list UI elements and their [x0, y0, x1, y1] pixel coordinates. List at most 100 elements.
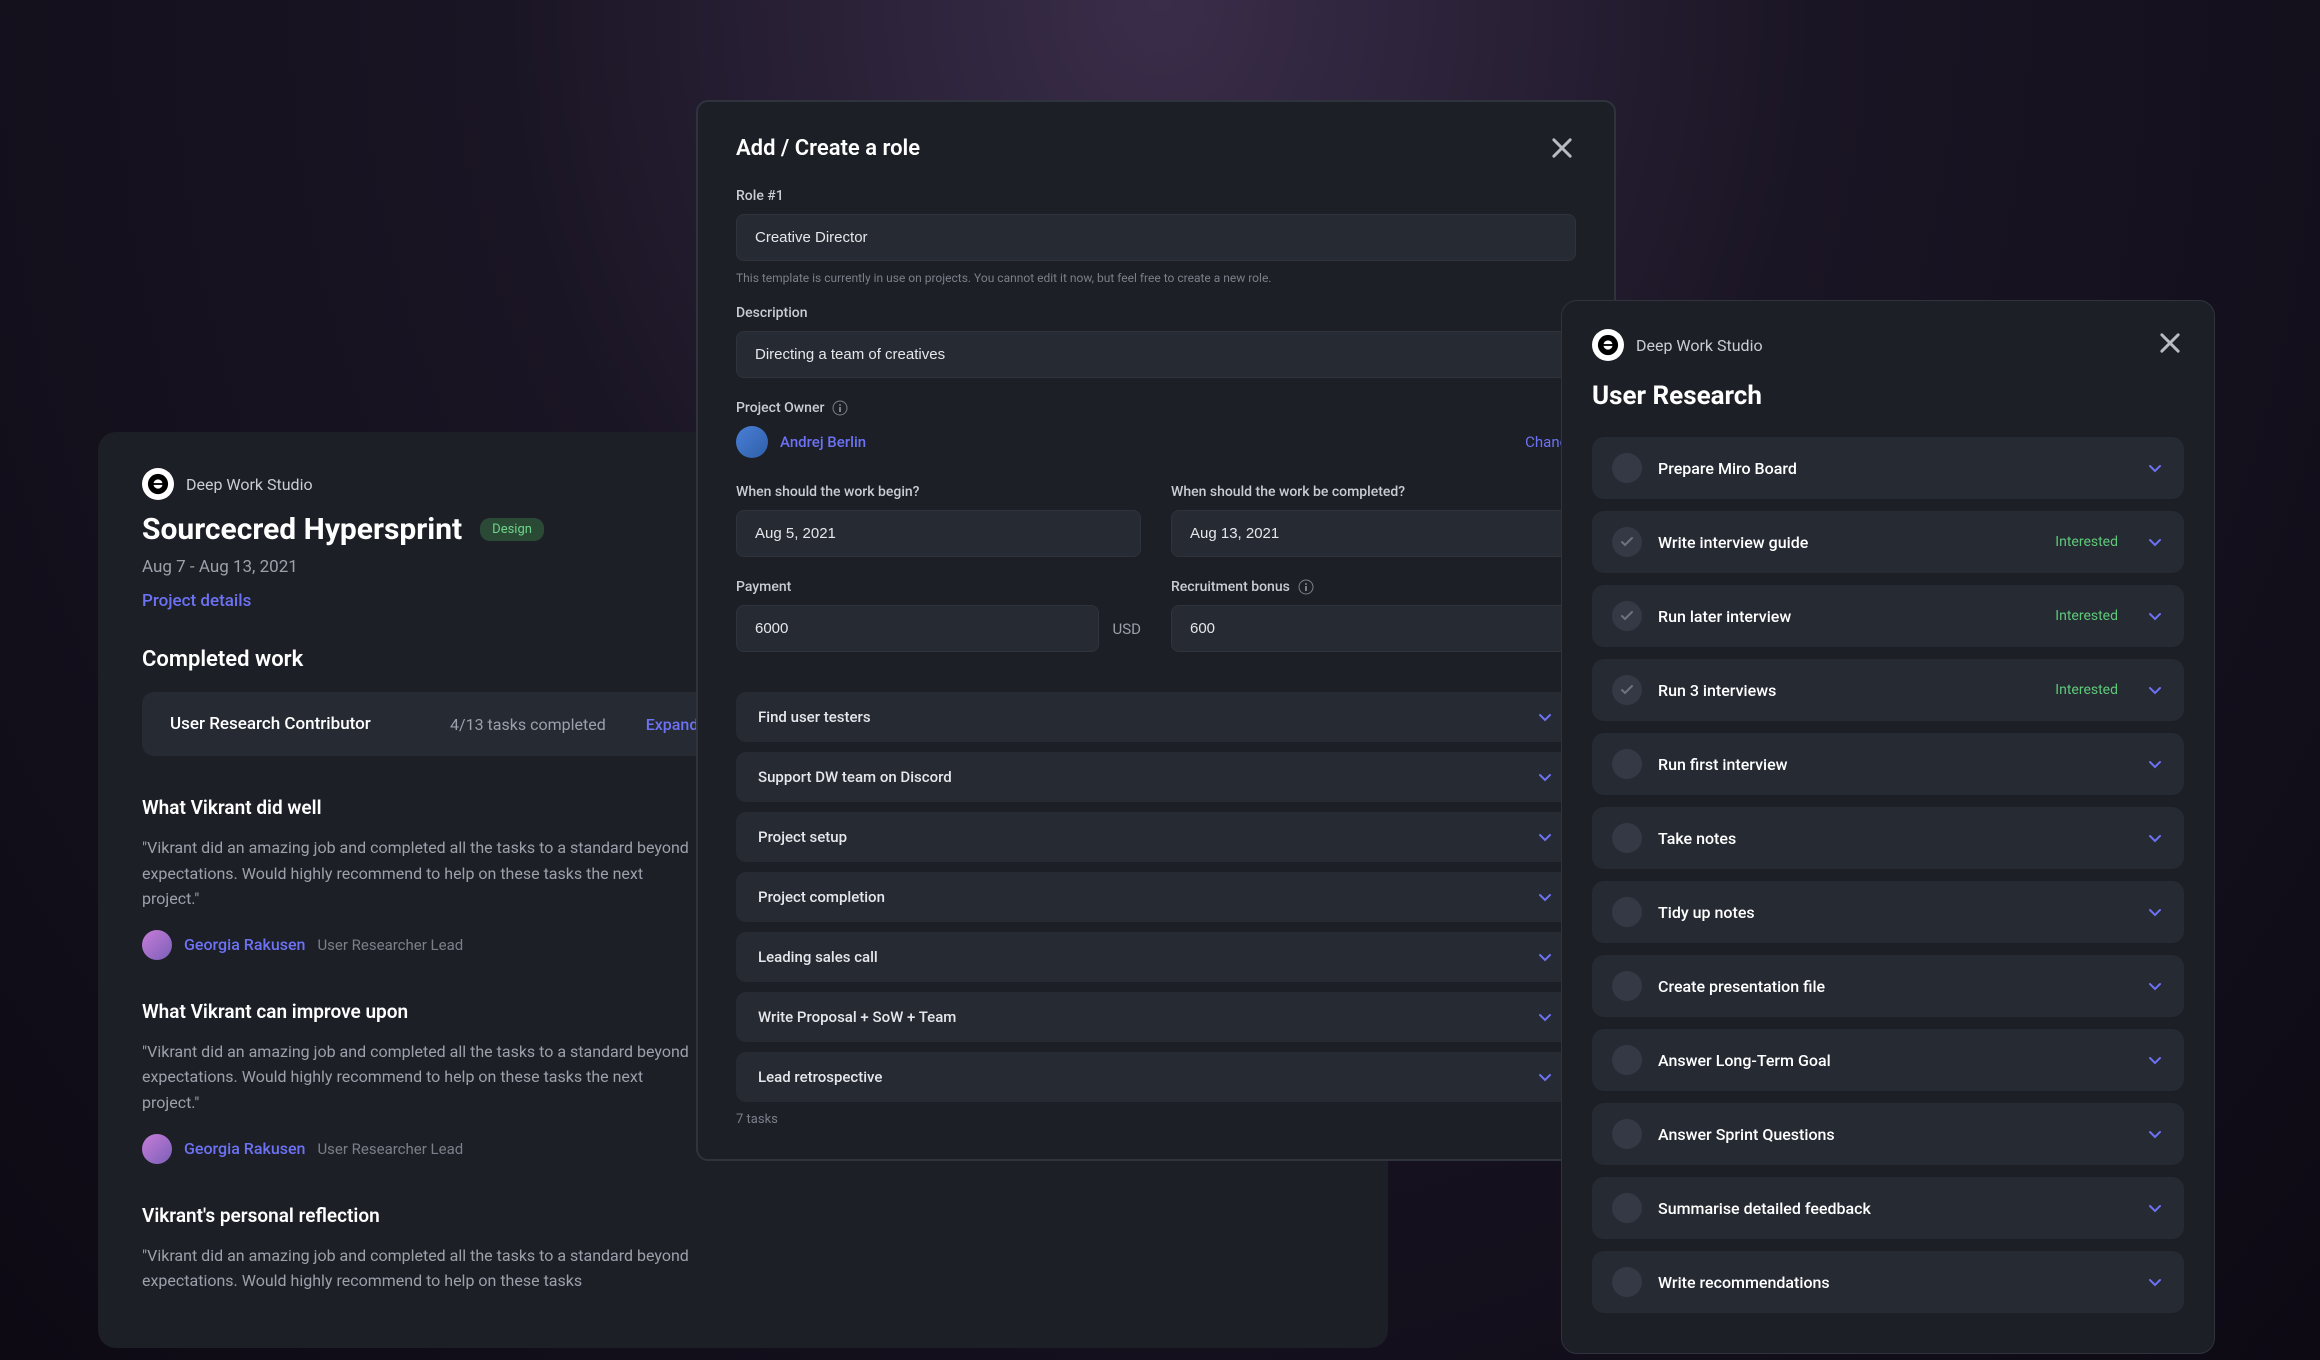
chevron-down-icon [2146, 607, 2164, 625]
add-role-modal: Add / Create a role Role #1 This templat… [696, 100, 1616, 1161]
modal-task-item[interactable]: Support DW team on Discord [736, 752, 1576, 802]
modal-title: Add / Create a role [736, 136, 920, 161]
begin-label: When should the work begin? [736, 484, 1141, 500]
chevron-down-icon [1536, 1008, 1554, 1026]
rp-task-item[interactable]: Write recommendations [1592, 1251, 2184, 1313]
chevron-down-icon [1536, 768, 1554, 786]
role-name: User Research Contributor [170, 714, 410, 734]
task-check-icon[interactable] [1612, 897, 1642, 927]
rp-title: User Research [1592, 381, 2184, 411]
chevron-down-icon [1536, 1068, 1554, 1086]
chevron-down-icon [2146, 1273, 2164, 1291]
author-role-0: User Researcher Lead [317, 936, 463, 954]
modal-task-item[interactable]: Project setup [736, 812, 1576, 862]
task-label: Lead retrospective [758, 1068, 882, 1086]
task-check-icon[interactable] [1612, 453, 1642, 483]
rp-task-item[interactable]: Create presentation file [1592, 955, 2184, 1017]
task-label: Write Proposal + SoW + Team [758, 1008, 956, 1026]
task-check-icon[interactable] [1612, 601, 1642, 631]
bonus-input[interactable] [1171, 605, 1576, 652]
role-label: Role #1 [736, 188, 1576, 204]
payment-row: Payment USD Recruitment bonus [736, 579, 1576, 652]
rp-task-item[interactable]: Write interview guideInterested [1592, 511, 2184, 573]
payment-label: Payment [736, 579, 1141, 595]
modal-task-item[interactable]: Find user testers [736, 692, 1576, 742]
modal-task-item[interactable]: Lead retrospective [736, 1052, 1576, 1102]
rp-org-row: Deep Work Studio [1592, 329, 1763, 361]
chevron-down-icon [2146, 755, 2164, 773]
owner-label: Project Owner [736, 400, 1576, 416]
chevron-down-icon [1536, 948, 1554, 966]
author-name-1[interactable]: Georgia Rakusen [184, 1139, 305, 1158]
rp-org-name: Deep Work Studio [1636, 336, 1763, 355]
org-logo-icon [1597, 334, 1619, 356]
description-input[interactable] [736, 331, 1576, 378]
org-name: Deep Work Studio [186, 475, 313, 494]
task-name: Summarise detailed feedback [1658, 1199, 2130, 1218]
end-date-input[interactable] [1171, 510, 1576, 557]
task-check-icon[interactable] [1612, 1267, 1642, 1297]
task-name: Tidy up notes [1658, 903, 2130, 922]
modal-task-item[interactable]: Project completion [736, 872, 1576, 922]
modal-task-item[interactable]: Leading sales call [736, 932, 1576, 982]
chevron-down-icon [1536, 888, 1554, 906]
rp-task-item[interactable]: Answer Sprint Questions [1592, 1103, 2184, 1165]
chevron-down-icon [1536, 708, 1554, 726]
task-check-icon[interactable] [1612, 527, 1642, 557]
task-status: Interested [2055, 608, 2118, 624]
modal-task-list: Find user testers Support DW team on Disc… [736, 692, 1576, 1102]
task-check-icon[interactable] [1612, 749, 1642, 779]
expand-label: Expand [646, 715, 699, 734]
chevron-down-icon [1536, 828, 1554, 846]
chevron-down-icon [2146, 829, 2164, 847]
rp-task-item[interactable]: Run later interview Interested [1592, 585, 2184, 647]
owner-name[interactable]: Andrej Berlin [780, 433, 866, 451]
rp-task-item[interactable]: Take notes [1592, 807, 2184, 869]
rp-task-item[interactable]: Answer Long-Term Goal [1592, 1029, 2184, 1091]
end-col: When should the work be completed? [1171, 484, 1576, 557]
task-label: Leading sales call [758, 948, 878, 966]
org-logo [142, 468, 174, 500]
author-name-0[interactable]: Georgia Rakusen [184, 935, 305, 954]
task-check-icon[interactable] [1612, 675, 1642, 705]
task-name: Run later interview [1658, 607, 2039, 626]
modal-header: Add / Create a role [736, 134, 1576, 162]
owner-avatar [736, 426, 768, 458]
project-title: Sourcecred Hypersprint [142, 512, 462, 547]
feedback-quote-0: "Vikrant did an amazing job and complete… [142, 835, 702, 912]
rp-task-item[interactable]: Run first interview [1592, 733, 2184, 795]
rp-task-list: Prepare Miro Board Write interview guideI… [1592, 437, 2184, 1313]
task-status: Interested [2055, 682, 2118, 698]
rp-task-item[interactable]: Tidy up notes [1592, 881, 2184, 943]
payment-input[interactable] [736, 605, 1099, 652]
task-check-icon[interactable] [1612, 1193, 1642, 1223]
role-input[interactable] [736, 214, 1576, 261]
task-status: Interested [2055, 534, 2118, 550]
owner-row: Andrej Berlin Change [736, 426, 1576, 458]
task-check-icon[interactable] [1612, 1045, 1642, 1075]
rp-task-item[interactable]: Summarise detailed feedback [1592, 1177, 2184, 1239]
task-name: Prepare Miro Board [1658, 459, 2130, 478]
chevron-down-icon [2146, 533, 2164, 551]
chevron-down-icon [2146, 903, 2164, 921]
end-label: When should the work be completed? [1171, 484, 1576, 500]
task-name: Create presentation file [1658, 977, 2130, 996]
begin-date-input[interactable] [736, 510, 1141, 557]
task-name: Run 3 interviews [1658, 681, 2039, 700]
task-name: Run first interview [1658, 755, 2130, 774]
rp-task-item[interactable]: Prepare Miro Board [1592, 437, 2184, 499]
org-logo [1592, 329, 1624, 361]
close-icon[interactable] [1548, 134, 1576, 162]
begin-col: When should the work begin? [736, 484, 1141, 557]
feedback-heading-2: Vikrant's personal reflection [142, 1204, 1344, 1227]
close-icon[interactable] [2156, 329, 2184, 357]
role-hint: This template is currently in use on pro… [736, 271, 1576, 285]
task-check-icon[interactable] [1612, 823, 1642, 853]
rp-task-item[interactable]: Run 3 interviews Interested [1592, 659, 2184, 721]
task-check-icon[interactable] [1612, 1119, 1642, 1149]
task-check-icon[interactable] [1612, 971, 1642, 1001]
author-role-1: User Researcher Lead [317, 1140, 463, 1158]
bonus-label: Recruitment bonus [1171, 579, 1576, 595]
rp-header: Deep Work Studio [1592, 329, 2184, 373]
modal-task-item[interactable]: Write Proposal + SoW + Team [736, 992, 1576, 1042]
